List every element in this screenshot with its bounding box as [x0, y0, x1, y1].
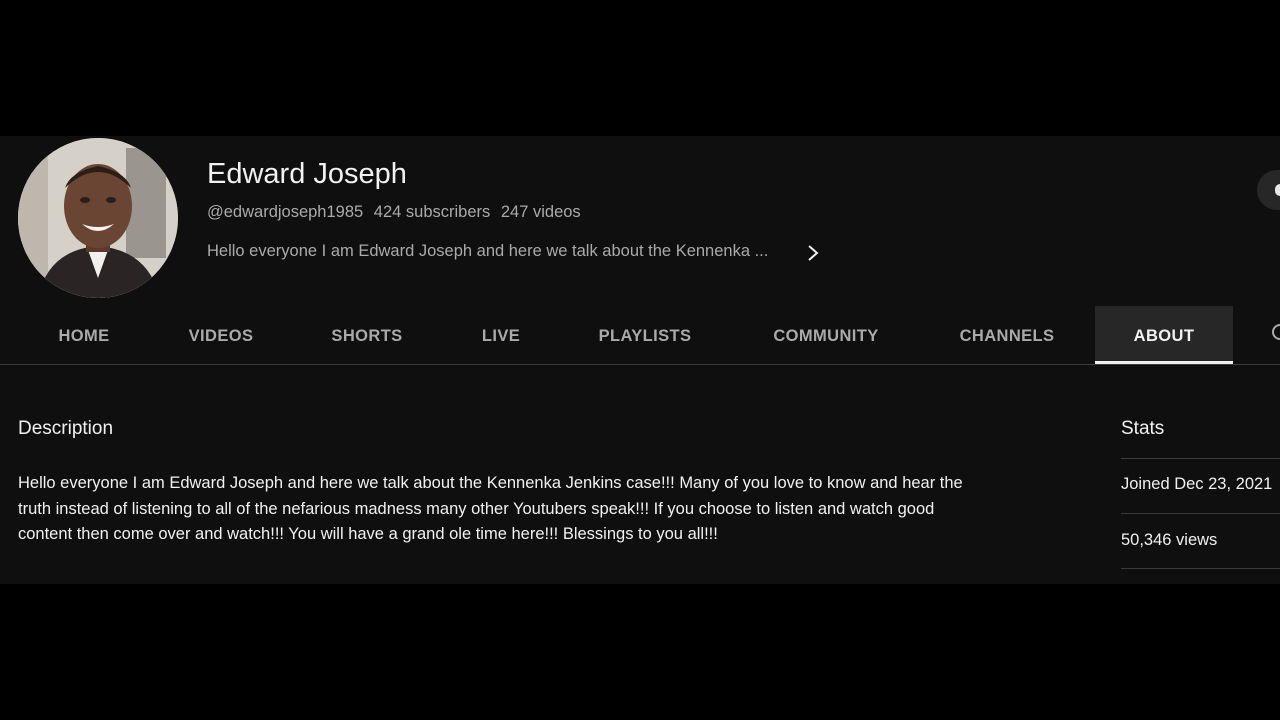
- tab-live[interactable]: LIVE: [462, 306, 540, 364]
- subscribe-button[interactable]: [1257, 170, 1280, 210]
- tab-community[interactable]: COMMUNITY: [754, 306, 898, 364]
- description-text: Hello everyone I am Edward Joseph and he…: [18, 471, 1018, 548]
- description-line: Hello everyone I am Edward Joseph and he…: [18, 474, 963, 492]
- stats-divider: [1121, 458, 1280, 459]
- channel-name: Edward Joseph: [207, 158, 407, 190]
- stats-divider: [1121, 513, 1280, 514]
- view-count: 50,346 views: [1121, 531, 1218, 549]
- stats-heading: Stats: [1121, 418, 1165, 439]
- avatar[interactable]: [18, 138, 178, 298]
- subscriber-count: 424 subscribers: [373, 203, 491, 221]
- tabs-divider: [0, 364, 1280, 365]
- stats-divider: [1121, 568, 1280, 569]
- tab-shorts[interactable]: SHORTS: [313, 306, 421, 364]
- channel-meta: @edwardjoseph1985 424 subscribers 247 vi…: [207, 203, 587, 222]
- channel-page: Edward Joseph @edwardjoseph1985 424 subs…: [0, 136, 1280, 584]
- chevron-right-icon[interactable]: [804, 243, 822, 263]
- description-line: truth instead of listening to all of the…: [18, 499, 935, 518]
- tab-playlists[interactable]: PLAYLISTS: [580, 306, 710, 364]
- joined-date: Joined Dec 23, 2021: [1121, 475, 1273, 493]
- channel-tagline[interactable]: Hello everyone I am Edward Joseph and he…: [207, 242, 768, 261]
- description-line: content then come over and watch!!! You …: [18, 525, 718, 543]
- channel-tabs: HOME VIDEOS SHORTS LIVE PLAYLISTS COMMUN…: [0, 306, 1280, 364]
- tab-videos[interactable]: VIDEOS: [172, 306, 270, 364]
- tab-home[interactable]: HOME: [38, 306, 130, 364]
- description-heading: Description: [18, 418, 114, 439]
- channel-handle: @edwardjoseph1985: [207, 203, 364, 221]
- tab-channels[interactable]: CHANNELS: [940, 306, 1074, 364]
- video-count: 247 videos: [500, 203, 581, 221]
- search-icon[interactable]: [1272, 324, 1280, 340]
- tab-about[interactable]: ABOUT: [1095, 306, 1233, 364]
